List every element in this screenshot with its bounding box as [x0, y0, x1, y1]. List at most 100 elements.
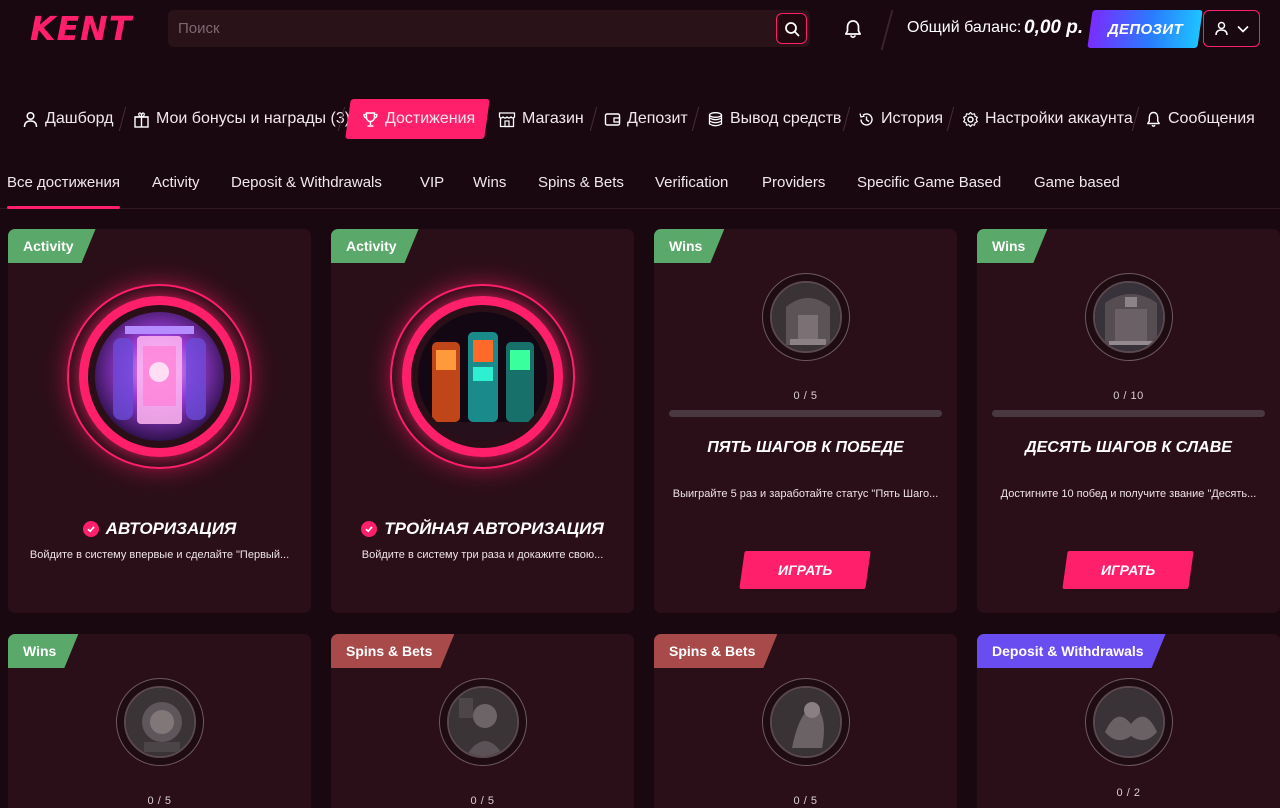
search-input[interactable] — [178, 10, 768, 47]
achievement-image — [124, 686, 196, 758]
category-tag: Wins — [654, 229, 724, 263]
nav-item-label: Достижения — [385, 110, 476, 127]
achievement-description: Войдите в систему три раза и докажите св… — [361, 549, 604, 561]
gift-icon — [134, 111, 149, 128]
achievement-card: Deposit & Withdrawals 0 / 2 — [977, 634, 1280, 808]
nav-item-label: Дашборд — [45, 110, 114, 127]
tab-specific-game-based[interactable]: Specific Game Based — [857, 174, 1001, 191]
nav-item-label: Настройки аккаунта — [985, 110, 1133, 127]
tab-vip[interactable]: VIP — [420, 174, 444, 191]
tab-spins-bets[interactable]: Spins & Bets — [538, 174, 624, 191]
tab-game-based[interactable]: Game based — [1034, 174, 1120, 191]
achievement-medal-locked — [1085, 273, 1173, 361]
nav-item-withdraw[interactable]: Вывод средств — [707, 99, 841, 139]
achievement-title-text: ТРОЙНАЯ АВТОРИЗАЦИЯ — [384, 519, 604, 538]
achievement-image — [770, 686, 842, 758]
achievement-card: Wins 0 / 10 ДЕСЯТЬ ШАГОВ К СЛАВЕ Достигн… — [977, 229, 1280, 613]
main-navigation: Дашборд Мои бонусы и награды (3) Достиже… — [0, 99, 1280, 139]
category-tag: Spins & Bets — [331, 634, 454, 668]
progress-text: 0 / 5 — [793, 795, 818, 807]
category-tag: Wins — [8, 634, 78, 668]
achievement-image — [418, 312, 547, 441]
achievement-card: Activity ТРОЙНАЯ АВТОРИЗАЦИЯ Войдите в с… — [331, 229, 634, 613]
nav-divider — [842, 107, 851, 131]
header-divider — [880, 10, 894, 50]
tab-wins[interactable]: Wins — [473, 174, 506, 191]
nav-item-history[interactable]: История — [858, 99, 943, 139]
nav-divider — [118, 107, 127, 131]
tab-providers[interactable]: Providers — [762, 174, 825, 191]
achievement-medal-locked — [439, 678, 527, 766]
tab-all-achievements[interactable]: Все достижения — [7, 174, 121, 209]
play-button[interactable]: ИГРАТЬ — [1062, 551, 1194, 589]
balance-label: Общий баланс: — [907, 19, 1022, 36]
achievement-category-tabs: Все достижения Activity Deposit & Withdr… — [0, 166, 1280, 209]
coins-icon — [708, 111, 723, 126]
progress-text: 0 / 10 — [1113, 390, 1144, 402]
achievement-description: Войдите в систему впервые и сделайте "Пе… — [29, 549, 290, 561]
achievement-medal-unlocked — [390, 284, 575, 469]
play-button-label: ИГРАТЬ — [1100, 562, 1156, 578]
app-root: KENT Общий баланс: 0,00 р. ДЕПОЗИТ — [0, 0, 1280, 808]
balance-value: 0,00 р. — [1024, 17, 1084, 38]
nav-item-label: Магазин — [522, 110, 584, 127]
progress-bar — [992, 410, 1265, 417]
tab-deposit-withdrawals[interactable]: Deposit & Withdrawals — [231, 174, 382, 191]
notification-bell-icon[interactable] — [842, 18, 864, 40]
bell-icon — [1147, 111, 1160, 127]
nav-item-achievements[interactable]: Достижения — [345, 99, 491, 139]
history-icon — [859, 112, 873, 126]
achievement-title: ДЕСЯТЬ ШАГОВ К СЛАВЕ — [1025, 439, 1232, 456]
achievement-image — [447, 686, 519, 758]
achievement-title: АВТОРИЗАЦИЯ — [8, 519, 311, 539]
search-button[interactable] — [776, 13, 807, 44]
achievement-description: Достигните 10 побед и получите звание "Д… — [1000, 488, 1257, 500]
deposit-button[interactable]: ДЕПОЗИТ — [1087, 10, 1203, 48]
nav-item-label: История — [881, 110, 944, 127]
play-button-label: ИГРАТЬ — [777, 562, 833, 578]
achievement-title: ПЯТЬ ШАГОВ К ПОБЕДЕ — [707, 439, 904, 456]
completed-check-icon — [361, 521, 378, 537]
nav-item-label: Депозит — [627, 110, 688, 127]
achievement-medal-locked — [1085, 678, 1173, 766]
chevron-down-icon — [1237, 25, 1249, 33]
completed-check-icon — [82, 521, 99, 537]
user-menu-button[interactable] — [1203, 10, 1260, 47]
nav-item-label: Вывод средств — [730, 110, 842, 127]
search-bar — [168, 10, 810, 47]
gear-icon — [963, 111, 978, 127]
nav-item-account-settings[interactable]: Настройки аккаунта — [962, 99, 1133, 139]
achievement-image — [770, 281, 842, 353]
achievement-card: Wins 0 / 5 — [8, 634, 311, 808]
achievement-image — [1093, 281, 1165, 353]
progress-bar — [669, 410, 942, 417]
play-button[interactable]: ИГРАТЬ — [739, 551, 871, 589]
deposit-button-label: ДЕПОЗИТ — [1107, 20, 1183, 38]
nav-item-label: Мои бонусы и награды (3) — [156, 110, 351, 127]
search-icon — [784, 21, 799, 36]
progress-text: 0 / 5 — [793, 390, 818, 402]
achievement-card: Spins & Bets 0 / 5 — [654, 634, 957, 808]
achievement-title: ТРОЙНАЯ АВТОРИЗАЦИЯ — [331, 519, 634, 539]
progress-text: 0 / 5 — [470, 795, 495, 807]
nav-item-label: Сообщения — [1168, 110, 1255, 127]
nav-item-deposit[interactable]: Депозит — [604, 99, 688, 139]
nav-item-dashboard[interactable]: Дашборд — [22, 99, 114, 139]
category-tag: Deposit & Withdrawals — [977, 634, 1166, 668]
nav-item-store[interactable]: Магазин — [498, 99, 584, 139]
nav-item-messages[interactable]: Сообщения — [1145, 99, 1255, 139]
achievement-image — [95, 312, 224, 441]
achievement-card: Activity АВТОРИЗАЦИЯ Войдите в систему в… — [8, 229, 311, 613]
achievement-description: Выиграйте 5 раз и заработайте статус "Пя… — [672, 488, 939, 500]
category-tag: Activity — [331, 229, 419, 263]
nav-item-bonuses[interactable]: Мои бонусы и награды (3) — [133, 99, 350, 139]
trophy-icon — [363, 111, 378, 127]
achievement-medal-locked — [116, 678, 204, 766]
achievement-medal-locked — [762, 678, 850, 766]
nav-divider — [691, 107, 700, 131]
logo[interactable]: KENT — [30, 10, 132, 48]
achievement-title-text: АВТОРИЗАЦИЯ — [105, 519, 237, 538]
store-icon — [498, 111, 516, 127]
tab-verification[interactable]: Verification — [655, 174, 728, 191]
tab-activity[interactable]: Activity — [152, 174, 200, 191]
